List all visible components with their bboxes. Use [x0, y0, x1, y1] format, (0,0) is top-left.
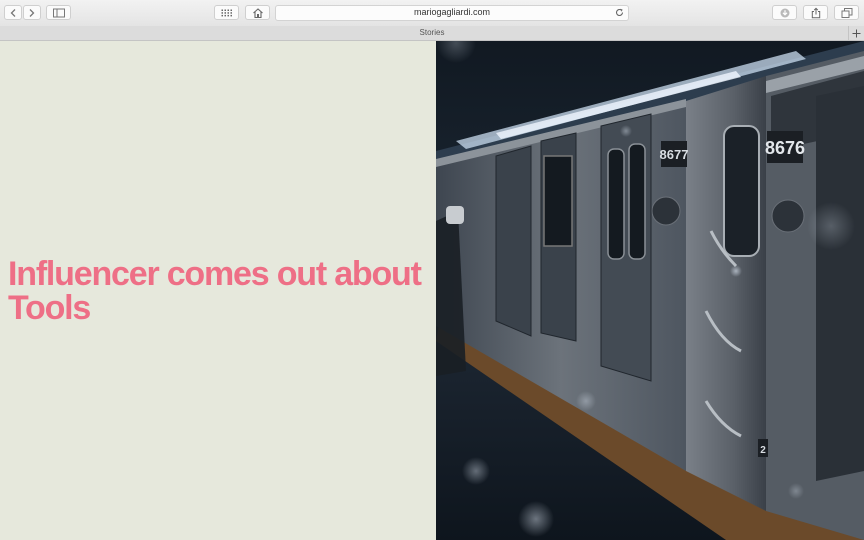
reload-icon[interactable]: [615, 8, 624, 17]
address-url: mariogagliardi.com: [413, 7, 491, 17]
chevron-right-icon: [29, 8, 35, 17]
address-bar[interactable]: mariogagliardi.com: [275, 5, 629, 21]
download-icon: [780, 8, 789, 17]
forward-button[interactable]: [23, 5, 41, 20]
sidebar-icon: [52, 8, 65, 17]
grid-icon: [221, 9, 232, 16]
share-icon: [811, 7, 820, 18]
downloads-button[interactable]: [772, 5, 797, 20]
new-tab-button[interactable]: [848, 26, 864, 41]
subway-scene-image: 8677 8676 2: [436, 41, 864, 540]
door-number: 2: [760, 445, 766, 456]
plus-icon: [852, 29, 861, 38]
tabs-icon: [841, 7, 852, 18]
back-button[interactable]: [4, 5, 22, 20]
home-button[interactable]: [245, 5, 270, 20]
tab-stories[interactable]: Stories: [0, 28, 864, 37]
subway-train-photo: 8677 8676 2: [436, 41, 864, 540]
car-number-8676: 8676: [765, 138, 805, 158]
sidebar-button[interactable]: [46, 5, 71, 20]
car-number-8677: 8677: [660, 147, 689, 162]
page-content: Influencer comes out about Tools 8677 86…: [0, 41, 864, 540]
home-icon: [252, 7, 263, 18]
story-text-panel: Influencer comes out about Tools: [0, 41, 436, 540]
story-headline[interactable]: Influencer comes out about Tools: [8, 257, 428, 325]
browser-toolbar: mariogagliardi.com: [0, 0, 864, 27]
top-sites-button[interactable]: [214, 5, 239, 20]
tabs-overview-button[interactable]: [834, 5, 859, 20]
chevron-left-icon: [10, 8, 16, 17]
tab-bar: Stories: [0, 26, 864, 41]
share-button[interactable]: [803, 5, 828, 20]
